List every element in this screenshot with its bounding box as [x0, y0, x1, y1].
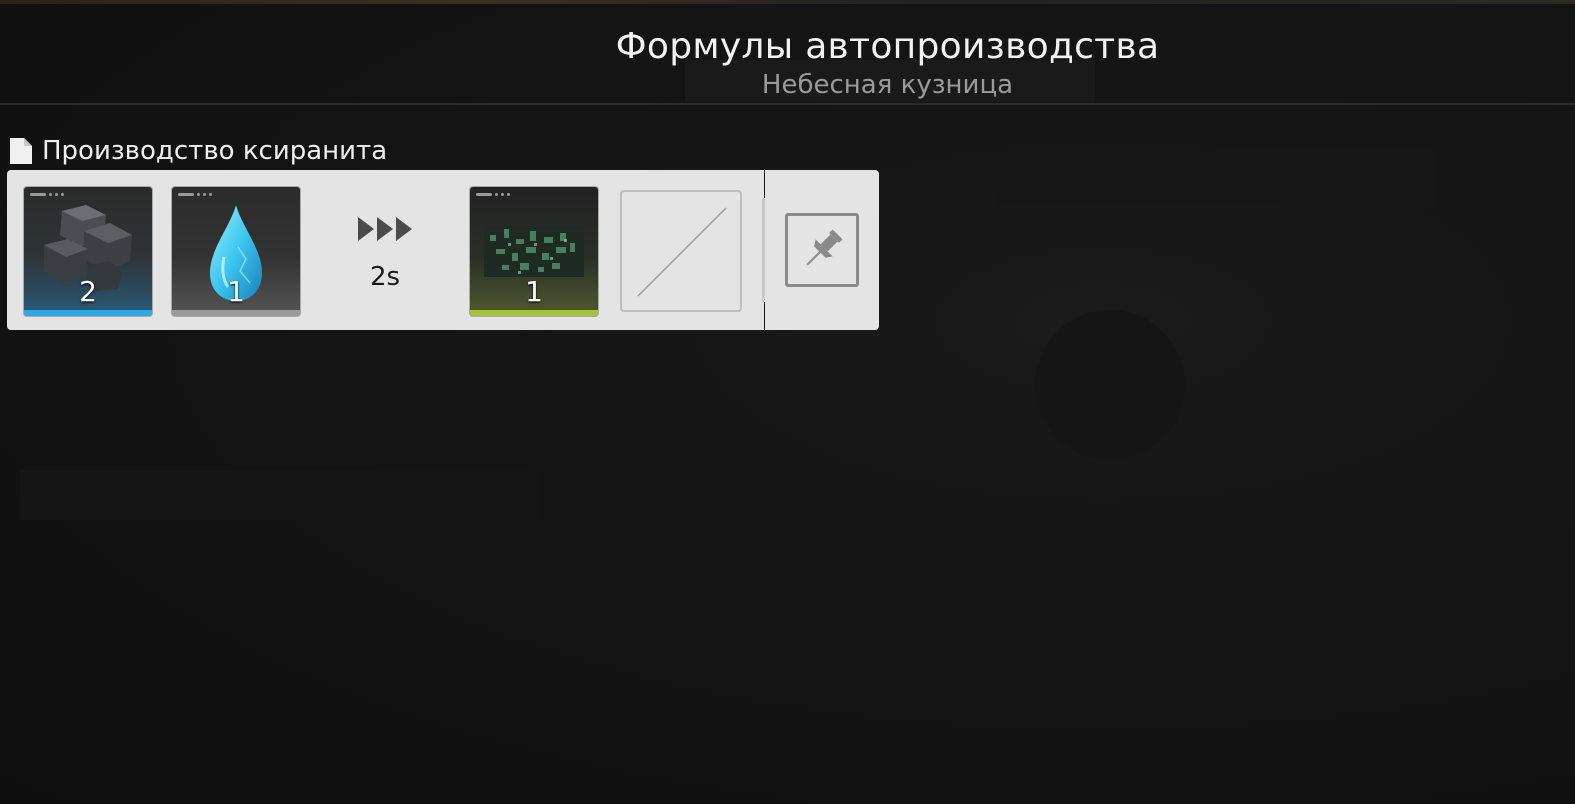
input-item-slot[interactable]: 2: [24, 187, 152, 316]
empty-slot-icon: [637, 207, 727, 297]
rarity-bar: [172, 310, 300, 316]
formula-name: Производство ксиранита: [42, 136, 388, 166]
rarity-bar: [24, 310, 152, 316]
input-item-slot[interactable]: 1: [172, 187, 300, 316]
background-circle: [1035, 310, 1185, 460]
header-divider: [0, 103, 1575, 105]
pin-formula-button[interactable]: [785, 213, 859, 287]
card-separator: [762, 198, 765, 302]
item-quantity: 1: [227, 275, 245, 308]
page-title: Формулы автопроизводства: [615, 26, 1160, 67]
background-scene-strip: [0, 0, 1575, 4]
triple-arrow-icon: [358, 217, 412, 241]
formula-title: Производство ксиранита: [8, 136, 387, 166]
production-duration: 2s: [369, 262, 401, 292]
output-item-slot[interactable]: 1: [470, 187, 598, 316]
item-quantity: 2: [79, 275, 97, 308]
item-tier-marker: [178, 193, 212, 196]
item-quantity: 1: [525, 275, 543, 308]
empty-output-slot: [620, 190, 742, 312]
process-arrow: [350, 214, 420, 244]
item-tier-marker: [30, 193, 64, 196]
background-panel-2: [20, 470, 540, 520]
rarity-bar: [470, 310, 598, 316]
background-panel: [995, 150, 1435, 206]
item-tier-marker: [476, 193, 510, 196]
page-subtitle: Небесная кузница: [761, 70, 1014, 100]
autoproduction-formulas-screen: Формулы автопроизводства Небесная кузниц…: [0, 0, 1575, 804]
pin-icon: [806, 229, 843, 266]
document-icon: [10, 138, 32, 164]
